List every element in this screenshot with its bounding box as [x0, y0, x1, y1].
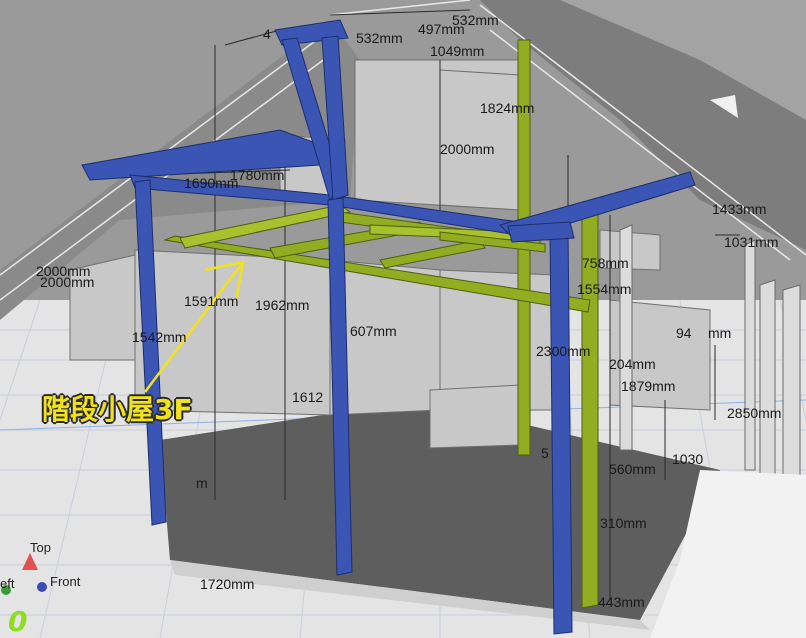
dim-label: 443mm: [598, 594, 645, 610]
dim-label: 497mm: [418, 21, 465, 37]
dim-label: 1030: [672, 451, 704, 467]
3d-viewport[interactable]: 0 532mm 497mm 1049mm 4 532mm 1824mm 2000…: [0, 0, 806, 638]
dim-label: 5: [541, 445, 549, 461]
svg-text:0: 0: [8, 605, 27, 638]
dim-label: 2000mm: [440, 141, 495, 157]
annotation-label: 階段小屋3F: [42, 393, 193, 426]
dim-label: 4: [263, 26, 271, 42]
dim-label: 1433mm: [712, 201, 767, 217]
dim-label: 1962mm: [255, 297, 310, 313]
dim-label: 1542mm: [132, 329, 187, 345]
dim-label: 1824mm: [480, 100, 535, 116]
view-cube-front-label[interactable]: Front: [50, 574, 80, 589]
dim-label: 1612: [292, 389, 324, 405]
dim-label: 1049mm: [430, 43, 485, 59]
dim-label: 2300mm: [536, 343, 591, 359]
dim-label: 204mm: [609, 356, 656, 372]
dim-label: mm: [708, 325, 732, 341]
dim-label: 607mm: [350, 323, 397, 339]
dim-label: 1720mm: [200, 576, 255, 592]
dim-label: 758mm: [582, 255, 629, 271]
dim-label: 1780mm: [230, 167, 285, 183]
view-cube-top-label[interactable]: Top: [30, 540, 51, 555]
dim-label: 2850mm: [727, 405, 782, 421]
dim-label: 1554mm: [577, 281, 632, 297]
dim-label: 310mm: [600, 515, 647, 531]
dim-label: 2000mm: [40, 274, 95, 290]
dim-label: 94: [676, 325, 692, 341]
dim-label: 560mm: [609, 461, 656, 477]
dim-label: 532mm: [356, 30, 403, 46]
dim-label: 1879mm: [621, 378, 676, 394]
dim-label: 1591mm: [184, 293, 239, 309]
dim-label: 1031mm: [724, 234, 779, 250]
view-cube-left-label[interactable]: eft: [0, 576, 14, 591]
dim-label: m: [196, 475, 208, 491]
